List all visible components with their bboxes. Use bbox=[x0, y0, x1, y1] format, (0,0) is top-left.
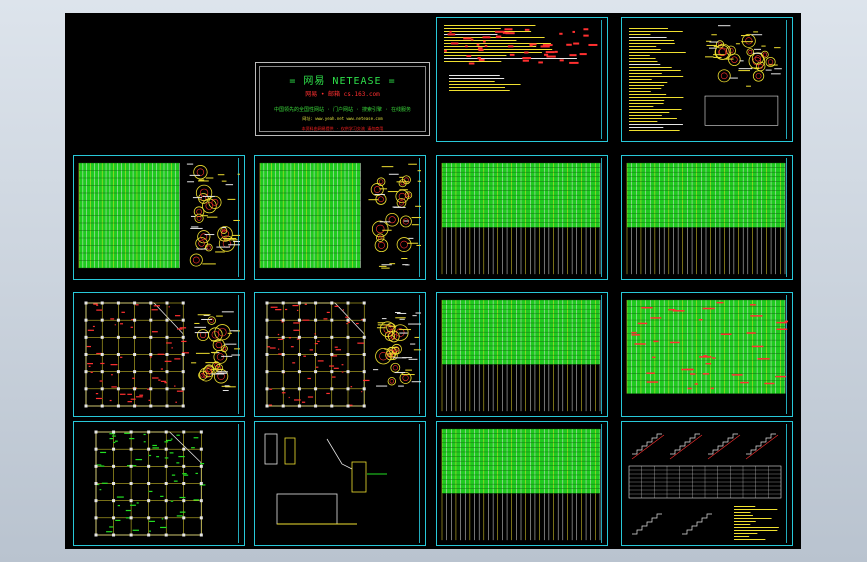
sheet-drawing bbox=[84, 301, 240, 408]
sheet-drawing bbox=[94, 430, 206, 537]
drawing-sheet-s-top-2[interactable] bbox=[621, 17, 793, 142]
drawing-sheet-s-r2-4[interactable] bbox=[621, 292, 793, 417]
drawing-sheet-s-r3-2[interactable] bbox=[254, 421, 426, 546]
logo-slogan: 中国领先的全国性网站 · 门户网站 · 搜索引擎 · 在线服务 bbox=[273, 107, 412, 113]
drawing-sheet-s-r1-1[interactable] bbox=[73, 155, 245, 280]
sheet-drawing bbox=[264, 433, 387, 525]
logo-notice: 本资料由网易提供 · 仅供学习交流 请勿商用 bbox=[301, 126, 384, 131]
drawing-sheet-s-r2-2[interactable] bbox=[254, 292, 426, 417]
drawing-sheet-s-r3-3[interactable] bbox=[436, 421, 608, 546]
sheet-drawing bbox=[626, 299, 788, 394]
cad-drawing-canvas[interactable]: = 网易 NETEASE = 网易 • 邮箱 cs.163.com 中国领先的全… bbox=[65, 13, 801, 549]
drawing-sheet-s-r1-3[interactable] bbox=[436, 155, 608, 280]
sheet-drawing bbox=[444, 25, 598, 91]
sheet-drawing bbox=[441, 428, 601, 541]
drawing-sheet-s-r1-4[interactable] bbox=[621, 155, 793, 280]
drawing-sheet-s-r2-3[interactable] bbox=[436, 292, 608, 417]
sheet-drawing bbox=[628, 433, 782, 540]
logo-mail-line: 网易 • 邮箱 cs.163.com bbox=[305, 91, 380, 98]
sheet-drawing bbox=[629, 25, 782, 131]
logo-url: 网址: www.yeah.net www.netease.com bbox=[302, 116, 383, 121]
sheet-drawing bbox=[259, 162, 421, 269]
drawing-sheet-s-r3-1[interactable] bbox=[73, 421, 245, 546]
logo-inner-frame: = 网易 NETEASE = 网易 • 邮箱 cs.163.com 中国领先的全… bbox=[259, 66, 426, 132]
sheet-drawing bbox=[265, 301, 421, 408]
sheet-drawing bbox=[78, 162, 240, 269]
sheet-drawing bbox=[441, 299, 601, 412]
drawing-sheet-s-r3-4[interactable] bbox=[621, 421, 793, 546]
netease-logo-panel: = 网易 NETEASE = 网易 • 邮箱 cs.163.com 中国领先的全… bbox=[255, 62, 430, 136]
sheet-drawing bbox=[626, 162, 786, 275]
drawing-sheet-s-r2-1[interactable] bbox=[73, 292, 245, 417]
drawing-sheet-s-r1-2[interactable] bbox=[254, 155, 426, 280]
drawing-sheet-s-top-1[interactable] bbox=[436, 17, 608, 142]
sheet-drawing bbox=[441, 162, 601, 275]
logo-title: = 网易 NETEASE = bbox=[289, 76, 396, 87]
